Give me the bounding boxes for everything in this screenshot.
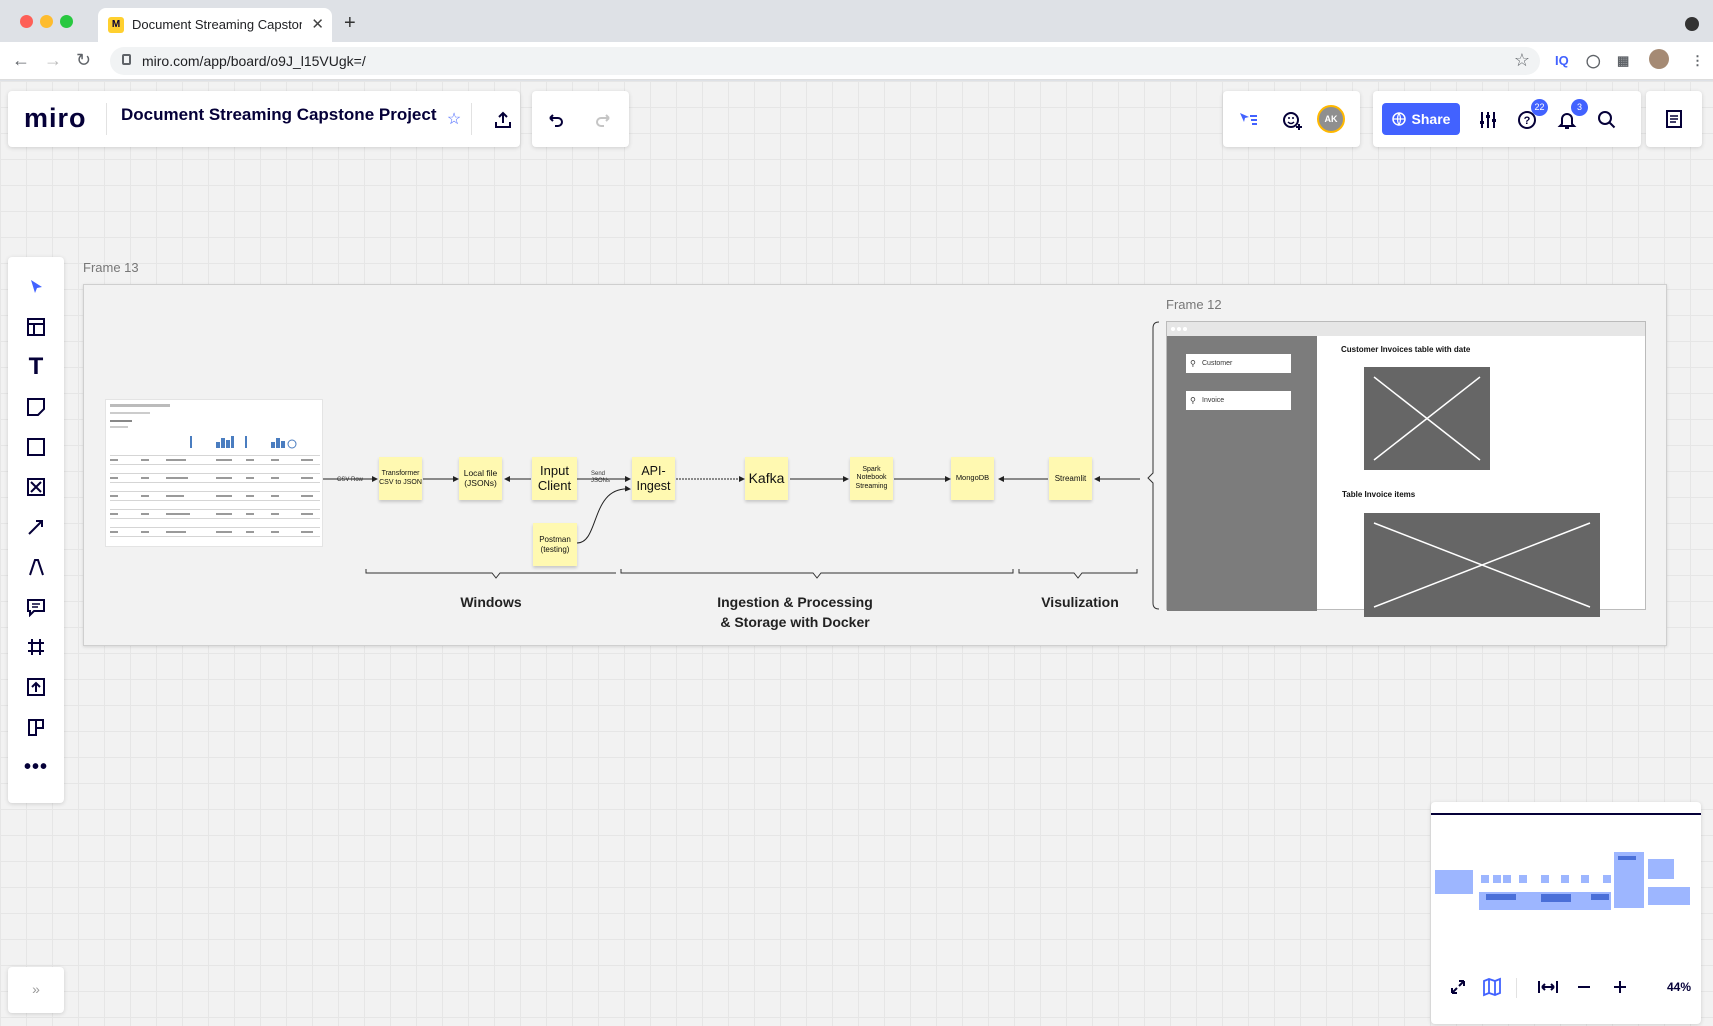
miro-favicon-icon: M <box>108 17 124 33</box>
group-label-ingestion-line2[interactable]: & Storage with Docker <box>695 612 895 632</box>
browser-tab[interactable]: M Document Streaming Capstone Project ✕ <box>98 8 332 42</box>
sticky-input-client[interactable]: Input Client <box>532 457 577 500</box>
browser-tabstrip: M Document Streaming Capstone Project ✕ … <box>0 0 1713 42</box>
new-tab-button[interactable]: + <box>344 12 356 35</box>
image-placeholder-icon <box>1373 522 1591 608</box>
invoice-input-text: Invoice <box>1202 397 1225 404</box>
zoom-out-icon[interactable] <box>1573 976 1595 998</box>
tab-close-button[interactable]: ✕ <box>311 15 324 33</box>
group-label-ingestion-line1[interactable]: Ingestion & Processing <box>695 592 895 612</box>
frame-12-label[interactable]: Frame 12 <box>1166 297 1222 312</box>
minimap-panel[interactable]: 44% <box>1431 802 1701 1024</box>
divider <box>1516 978 1517 998</box>
map-icon[interactable] <box>1481 976 1503 998</box>
fit-to-screen-icon[interactable] <box>1537 976 1559 998</box>
window-dots-icon <box>1171 327 1187 331</box>
maximize-window-button[interactable] <box>60 15 73 28</box>
bookmark-star-icon[interactable]: ☆ <box>1514 50 1530 71</box>
tab-search-icon[interactable] <box>1685 17 1699 31</box>
customer-table-placeholder <box>1364 367 1490 470</box>
csv-row-label: CSV Row <box>337 477 364 483</box>
sticky-mongodb[interactable]: MongoDB <box>951 457 994 500</box>
forward-button[interactable]: → <box>44 50 62 71</box>
address-bar[interactable]: miro.com/app/board/o9J_l15VUgk=/ ☆ <box>110 47 1540 75</box>
close-window-button[interactable] <box>20 15 33 28</box>
browser-menu-icon[interactable]: ⋮ <box>1691 53 1704 69</box>
sticky-api-ingest[interactable]: API-Ingest <box>632 457 675 500</box>
invoice-search-input[interactable]: ⚲ Invoice <box>1186 391 1291 410</box>
customer-search-input[interactable]: ⚲ Customer <box>1186 354 1291 373</box>
lock-icon <box>122 54 131 65</box>
sticky-streamlit[interactable]: Streamlit <box>1049 457 1092 500</box>
wireframe-sidebar: ⚲ Customer ⚲ Invoice <box>1167 336 1317 611</box>
wireframe-window-bar <box>1167 322 1645 336</box>
sticky-kafka[interactable]: Kafka <box>745 457 788 500</box>
invoice-items-placeholder <box>1364 513 1600 617</box>
group-label-visualization[interactable]: Visulization <box>1020 592 1140 612</box>
sticky-transformer[interactable]: Transformer CSV to JSON <box>379 457 422 500</box>
group-label-windows[interactable]: Windows <box>416 592 566 612</box>
minimap-preview <box>1435 852 1690 910</box>
extensions-puzzle-icon[interactable]: ▦ <box>1617 53 1629 69</box>
board-canvas[interactable]: miro Document Streaming Capstone Project… <box>0 81 1713 1026</box>
frame-12-wireframe[interactable]: ⚲ Customer ⚲ Invoice Customer Invoices t… <box>1166 321 1646 617</box>
extension-iq-icon[interactable]: IQ <box>1555 53 1569 68</box>
pocket-icon[interactable]: ◯ <box>1586 53 1601 69</box>
fullscreen-icon[interactable] <box>1447 976 1469 998</box>
url-text: miro.com/app/board/o9J_l15VUgk=/ <box>142 53 366 69</box>
sticky-postman[interactable]: Postman (testing) <box>533 523 577 566</box>
back-button[interactable]: ← <box>12 50 30 71</box>
search-icon: ⚲ <box>1190 396 1196 405</box>
send-jsons-label: Send JSONs <box>591 471 611 484</box>
browser-toolbar: ← → ↻ miro.com/app/board/o9J_l15VUgk=/ ☆… <box>0 42 1713 80</box>
profile-avatar[interactable] <box>1649 49 1669 69</box>
zoom-level[interactable]: 44% <box>1667 980 1691 994</box>
sticky-local-file[interactable]: Local file (JSONs) <box>459 457 502 500</box>
customer-input-text: Customer <box>1202 360 1233 367</box>
minimize-window-button[interactable] <box>40 15 53 28</box>
tab-title: Document Streaming Capstone Project <box>132 17 302 32</box>
zoom-in-icon[interactable] <box>1609 976 1631 998</box>
invoice-items-title: Table Invoice items <box>1342 490 1416 499</box>
reload-button[interactable]: ↻ <box>76 50 91 71</box>
image-placeholder-icon <box>1373 376 1481 461</box>
search-icon: ⚲ <box>1190 359 1196 368</box>
sticky-spark[interactable]: Spark Notebook Streaming <box>850 457 893 500</box>
customer-table-title: Customer Invoices table with date <box>1341 345 1471 354</box>
